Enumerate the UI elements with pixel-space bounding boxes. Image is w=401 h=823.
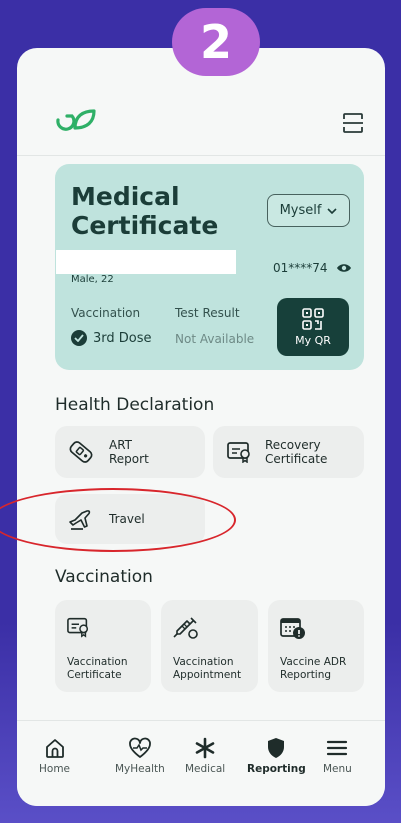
home-icon	[45, 739, 64, 758]
qr-code-icon	[302, 307, 324, 330]
redacted-name	[56, 250, 236, 274]
vaccination-value: 3rd Dose	[93, 330, 152, 346]
nav-home-label: Home	[39, 763, 71, 775]
health-declaration-title: Health Declaration	[55, 395, 215, 415]
vaccination-label: Vaccination	[71, 306, 141, 320]
nav-medical-label: Medical	[185, 763, 226, 775]
vaccination-appointment-label-line2: Appointment	[173, 669, 242, 681]
heart-pulse-icon	[128, 737, 151, 758]
shield-icon	[268, 738, 285, 758]
certificate-icon	[67, 617, 89, 638]
test-result-label: Test Result	[175, 306, 240, 320]
medical-certificate-title: Medical Certificate	[71, 182, 219, 240]
masked-id-value: 01****74	[273, 261, 328, 275]
test-kit-icon	[69, 441, 93, 463]
nav-medical[interactable]: Medical	[185, 737, 225, 775]
test-result-value: Not Available	[175, 332, 255, 346]
syringe-icon	[173, 617, 198, 639]
chevron-down-icon	[327, 207, 338, 214]
phone-screen: Medical Certificate Myself Male, 22 01**…	[17, 48, 385, 806]
hamburger-icon	[327, 740, 348, 756]
highlight-circle-annotation	[0, 488, 236, 552]
vaccine-adr-reporting-label: Vaccine ADR Reporting	[280, 656, 346, 682]
nav-menu[interactable]: Menu	[323, 737, 352, 775]
vaccination-certificate-label: Vaccination Certificate	[67, 656, 127, 682]
certificate-icon	[227, 442, 250, 463]
nav-myhealth[interactable]: MyHealth	[115, 737, 165, 775]
art-report-label-line1: ART	[109, 438, 133, 452]
recovery-certificate-label: Recovery Certificate	[265, 438, 327, 466]
medical-certificate-card[interactable]: Medical Certificate Myself Male, 22 01**…	[55, 164, 364, 370]
art-report-tile[interactable]: ART Report	[55, 426, 205, 478]
masked-id: 01****74	[273, 261, 352, 275]
calendar-alert-icon	[280, 618, 305, 639]
nav-menu-label: Menu	[323, 763, 352, 775]
bottom-navigation: Home MyHealth Medical Reporting Menu	[17, 720, 385, 806]
check-circle-icon	[71, 330, 87, 346]
vaccination-title: Vaccination	[55, 567, 153, 587]
vaccination-certificate-tile[interactable]: Vaccination Certificate	[55, 600, 151, 692]
vaccination-certificate-label-line2: Certificate	[67, 669, 122, 681]
nav-reporting[interactable]: Reporting	[247, 737, 306, 775]
eye-icon[interactable]	[336, 263, 352, 273]
nav-myhealth-label: MyHealth	[115, 763, 165, 775]
recovery-certificate-label-line1: Recovery	[265, 438, 321, 452]
my-qr-button[interactable]: My QR	[277, 298, 349, 356]
recovery-certificate-label-line2: Certificate	[265, 452, 328, 466]
my-qr-label: My QR	[295, 333, 331, 347]
nav-reporting-label: Reporting	[247, 763, 306, 775]
recovery-certificate-tile[interactable]: Recovery Certificate	[213, 426, 364, 478]
art-report-label-line2: Report	[109, 452, 149, 466]
vaccination-appointment-label: Vaccination Appointment	[173, 656, 241, 682]
vaccination-appointment-tile[interactable]: Vaccination Appointment	[161, 600, 258, 692]
gender-age: Male, 22	[71, 274, 114, 285]
art-report-label: ART Report	[109, 438, 149, 466]
vaccine-adr-reporting-label-line2: Reporting	[280, 669, 332, 681]
scan-icon[interactable]	[341, 111, 365, 135]
vaccination-status: 3rd Dose	[71, 330, 152, 346]
top-divider	[17, 155, 385, 156]
vaccination-certificate-label-line1: Vaccination	[67, 656, 128, 668]
profile-selector-label: Myself	[279, 203, 322, 218]
profile-selector-button[interactable]: Myself	[267, 194, 350, 227]
nav-home[interactable]: Home	[39, 737, 70, 775]
step-number-badge: 2	[172, 8, 260, 76]
vaccine-adr-reporting-label-line1: Vaccine ADR	[280, 656, 347, 668]
vaccine-adr-reporting-tile[interactable]: Vaccine ADR Reporting	[268, 600, 364, 692]
leaf-logo-icon	[56, 109, 96, 131]
asterisk-icon	[195, 737, 215, 759]
vaccination-appointment-label-line1: Vaccination	[173, 656, 234, 668]
